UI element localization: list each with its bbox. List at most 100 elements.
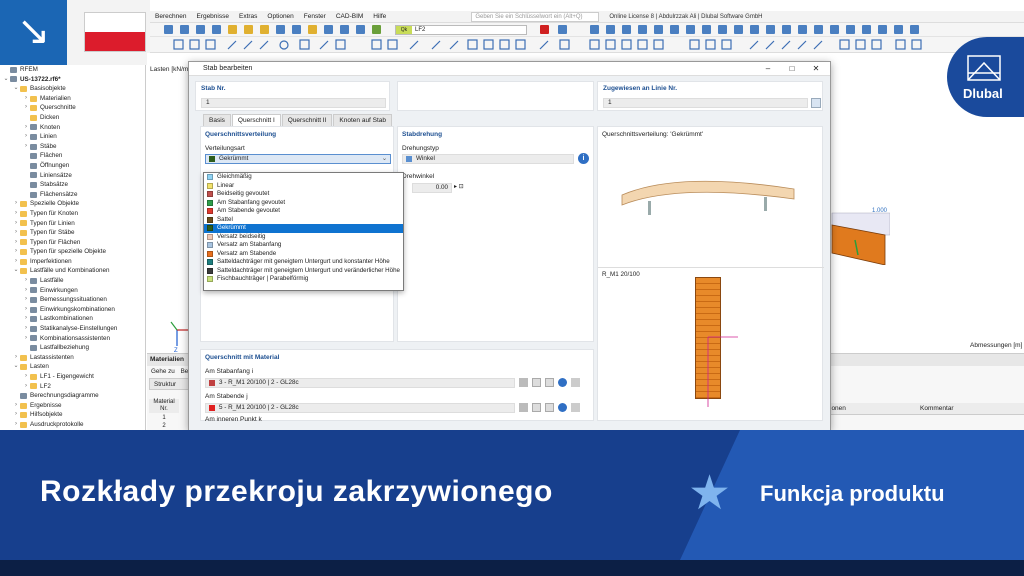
distribution-option[interactable]: Versatz beidseitig <box>204 233 403 242</box>
tree-item[interactable]: ⌄ US-13722.rf6* <box>0 75 145 85</box>
expand-icon[interactable]: › <box>12 199 20 209</box>
edit-icon[interactable] <box>545 378 554 387</box>
toolbar-icons-2[interactable] <box>150 37 1024 53</box>
tree-item[interactable]: Flächen <box>0 151 145 161</box>
expand-icon[interactable]: › <box>12 410 20 420</box>
tree-item[interactable]: › Lastkombinationen <box>0 314 145 324</box>
tree-item[interactable]: › Linien <box>0 132 145 142</box>
expand-icon[interactable]: › <box>12 219 20 229</box>
assigned-line-field[interactable]: 1 <box>603 98 808 108</box>
distribution-option[interactable]: Gleichmäßig <box>204 173 403 182</box>
expand-icon[interactable]: › <box>12 257 20 267</box>
tree-item[interactable]: Berechnungsdiagramme <box>0 391 145 401</box>
expand-icon[interactable]: ⌄ <box>12 362 20 372</box>
tree-item[interactable]: › Spezielle Objekte <box>0 199 145 209</box>
tree-item[interactable]: › Lastassistenten <box>0 353 145 363</box>
tree-item[interactable]: ⌄ Basisobjekte <box>0 84 145 94</box>
distribution-option[interactable]: Linear <box>204 182 403 191</box>
tree-item[interactable]: › LF2 <box>0 382 145 392</box>
tree-item[interactable]: Flächensätze <box>0 190 145 200</box>
tree-item[interactable]: › Typen für Knoten <box>0 209 145 219</box>
expand-icon[interactable]: › <box>12 247 20 257</box>
angle-stepper[interactable]: ▸ ⊡ <box>454 183 464 190</box>
expand-icon[interactable]: › <box>22 286 30 296</box>
expand-icon[interactable]: ⌄ <box>12 266 20 276</box>
menu-fenster[interactable]: Fenster <box>299 13 331 20</box>
menu-berechnen[interactable]: Berechnen <box>150 13 191 20</box>
member-number-field[interactable]: 1 <box>201 98 386 108</box>
minimize-icon[interactable]: – <box>758 62 778 76</box>
edit-icon[interactable] <box>545 403 554 412</box>
tree-item[interactable]: › Materialien <box>0 94 145 104</box>
start-section-select[interactable]: 3 - R_M1 20/100 | 2 - GL28c <box>205 378 515 388</box>
expand-icon[interactable]: › <box>22 132 30 142</box>
end-section-select[interactable]: 5 - R_M1 20/100 | 2 - GL28c <box>205 403 515 413</box>
menu-ergebnisse[interactable]: Ergebnisse <box>191 13 234 20</box>
tree-item[interactable]: › Einwirkungskombinationen <box>0 305 145 315</box>
tab-nodes-on-member[interactable]: Knoten auf Stab <box>333 114 393 126</box>
tree-item[interactable]: › Lastfälle <box>0 276 145 286</box>
distribution-option[interactable]: Versatz am Stabende <box>204 250 403 259</box>
tab-cross-section-2[interactable]: Querschnitt II <box>281 114 333 126</box>
expand-icon[interactable]: ⌄ <box>2 75 10 85</box>
tree-item[interactable]: › Bemessungssituationen <box>0 295 145 305</box>
expand-icon[interactable]: › <box>22 324 30 334</box>
tree-item[interactable]: Dicken <box>0 113 145 123</box>
menu-cad-bim[interactable]: CAD-BIM <box>331 13 368 20</box>
library-icon[interactable] <box>519 403 528 412</box>
tree-item[interactable]: › Ergebnisse <box>0 401 145 411</box>
search-input[interactable]: Geben Sie ein Schlüsselwort ein (Alt+Q) <box>471 11 600 22</box>
goto-menu[interactable]: Gehe zu <box>151 368 175 375</box>
tree-item[interactable]: › Typen für Linien <box>0 219 145 229</box>
distribution-option[interactable]: Sattel <box>204 216 403 225</box>
tree-item[interactable]: Stabsätze <box>0 180 145 190</box>
distribution-option[interactable]: Satteldachträger mit geneigtem Untergurt… <box>204 258 403 267</box>
info-icon[interactable]: i <box>578 153 589 164</box>
menu-extras[interactable]: Extras <box>234 13 262 20</box>
tree-item[interactable]: RFEM <box>0 65 145 75</box>
pick-icon[interactable] <box>571 378 580 387</box>
loadcase-select[interactable]: Qk LF2 <box>395 25 527 35</box>
expand-icon[interactable]: › <box>22 142 30 152</box>
info-icon[interactable] <box>558 403 567 412</box>
tab-cross-section-1[interactable]: Querschnitt I <box>231 114 281 126</box>
info-icon[interactable] <box>558 378 567 387</box>
tree-item[interactable]: › Typen für Stäbe <box>0 228 145 238</box>
tree-item[interactable]: › Typen für spezielle Objekte <box>0 247 145 257</box>
close-icon[interactable]: ✕ <box>806 62 826 76</box>
tree-item[interactable]: Liniensätze <box>0 171 145 181</box>
toolbar-icons-1[interactable] <box>150 23 1024 37</box>
expand-icon[interactable]: › <box>22 314 30 324</box>
expand-icon[interactable]: › <box>12 353 20 363</box>
tree-item[interactable]: › Querschnitte <box>0 103 145 113</box>
rotation-angle-field[interactable]: 0.00 <box>412 183 452 193</box>
expand-icon[interactable]: ⌄ <box>12 84 20 94</box>
tree-item[interactable]: Lastfallbeziehung <box>0 343 145 353</box>
tree-item[interactable]: › LF1 - Eigengewicht <box>0 372 145 382</box>
distribution-option[interactable]: Satteldachträger mit geneigtem Untergurt… <box>204 267 403 276</box>
menu-optionen[interactable]: Optionen <box>262 13 298 20</box>
distribution-type-select[interactable]: Gekrümmt ⌄ <box>205 154 391 164</box>
tree-item[interactable]: › Stäbe <box>0 142 145 152</box>
menu-hilfe[interactable]: Hilfe <box>368 13 391 20</box>
expand-icon[interactable]: › <box>22 305 30 315</box>
distribution-option[interactable]: Fischbauchträger | Parabelförmig <box>204 275 403 284</box>
tree-item[interactable]: › Knoten <box>0 123 145 133</box>
tree-item[interactable]: ⌄ Lastfälle und Kombinationen <box>0 266 145 276</box>
tree-item[interactable]: › Kombinationsassistenten <box>0 334 145 344</box>
distribution-option[interactable]: Gekrümmt <box>204 224 403 233</box>
new-icon[interactable] <box>532 378 541 387</box>
expand-icon[interactable]: › <box>12 209 20 219</box>
tree-item[interactable]: › Hilfsobjekte <box>0 410 145 420</box>
table-row[interactable]: 1 <box>149 414 179 422</box>
maximize-icon[interactable]: □ <box>782 62 802 76</box>
expand-icon[interactable]: › <box>22 295 30 305</box>
distribution-option[interactable]: Versatz am Stabanfang <box>204 241 403 250</box>
expand-icon[interactable]: › <box>22 334 30 344</box>
rotation-type-select[interactable]: Winkel <box>402 154 574 164</box>
expand-icon[interactable]: › <box>12 401 20 411</box>
distribution-option[interactable]: Am Stabende gevoutet <box>204 207 403 216</box>
pick-icon[interactable] <box>571 403 580 412</box>
expand-icon[interactable]: › <box>22 382 30 392</box>
expand-icon[interactable]: › <box>22 94 30 104</box>
